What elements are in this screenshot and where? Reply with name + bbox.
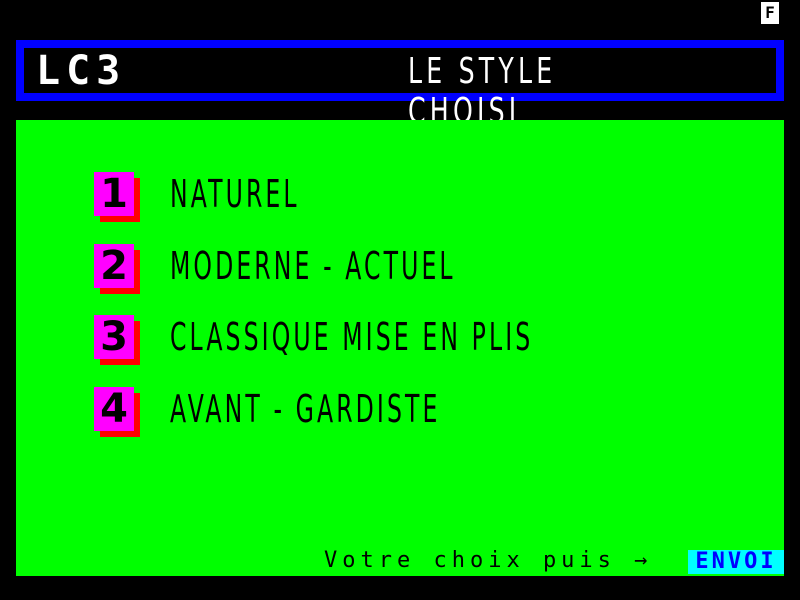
- send-button[interactable]: ENVOI: [688, 550, 784, 574]
- minitel-screen: F LC3 LE STYLE CHOISI 1 NATUREL 2 MODERN…: [16, 0, 784, 600]
- header-bar: LC3 LE STYLE CHOISI: [16, 40, 784, 132]
- menu-panel: 1 NATUREL 2 MODERNE - ACTUEL 3 CLASSIQUE…: [16, 120, 784, 576]
- menu-number[interactable]: 1: [94, 172, 134, 216]
- menu-item-label[interactable]: NATUREL: [170, 172, 300, 216]
- header-inner: LC3 LE STYLE CHOISI: [24, 48, 776, 132]
- menu-item-label[interactable]: MODERNE - ACTUEL: [170, 244, 456, 288]
- menu-number[interactable]: 3: [94, 315, 134, 359]
- menu-number[interactable]: 2: [94, 244, 134, 288]
- choice-prompt: Votre choix puis →: [324, 548, 653, 573]
- menu-item-label[interactable]: AVANT - GARDISTE: [170, 387, 441, 431]
- menu-number[interactable]: 4: [94, 387, 134, 431]
- menu-item-label[interactable]: CLASSIQUE MISE EN PLIS: [170, 315, 533, 359]
- page-code: LC3: [36, 48, 127, 94]
- status-indicator: F: [761, 2, 779, 24]
